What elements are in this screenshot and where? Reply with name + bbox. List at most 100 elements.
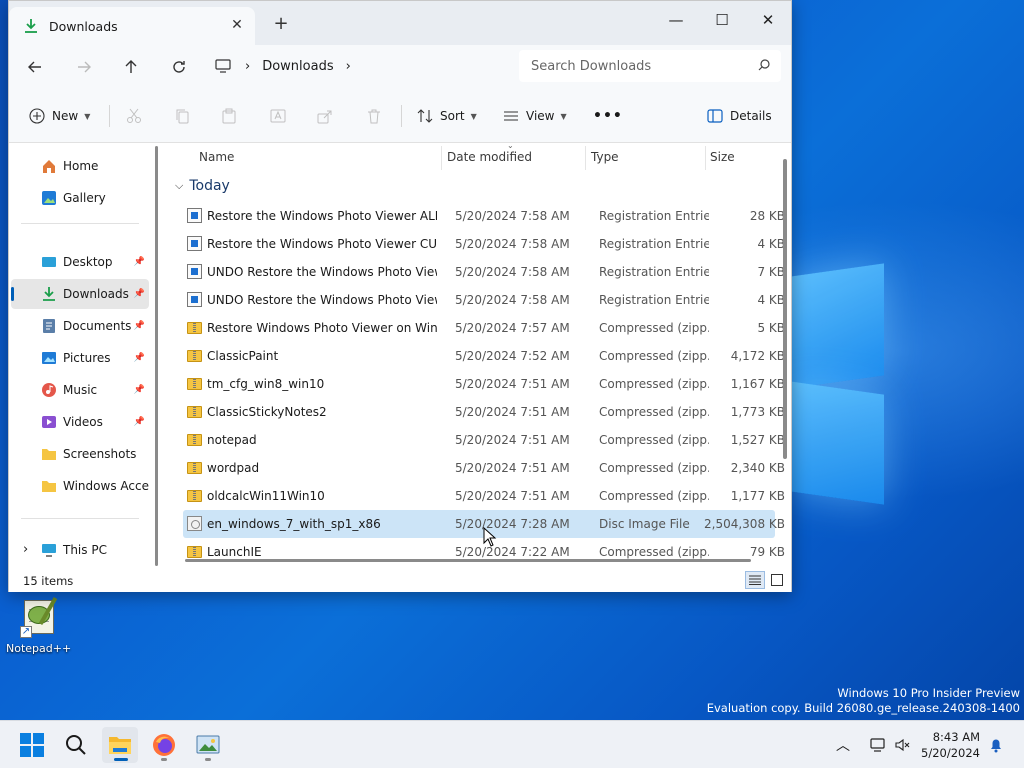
sidebar-item-label: Music: [63, 383, 98, 397]
start-button[interactable]: [14, 727, 50, 763]
pin-icon[interactable]: 📌: [134, 289, 145, 299]
more-options-button[interactable]: •••: [593, 103, 623, 129]
details-pane-button[interactable]: Details: [707, 103, 772, 129]
sidebar-item-this-pc[interactable]: › This PC: [11, 535, 149, 565]
search-input[interactable]: Search Downloads: [519, 50, 781, 82]
tab-close-icon[interactable]: ✕: [229, 17, 245, 33]
taskbar-photo-viewer[interactable]: [190, 727, 226, 763]
view-button[interactable]: View ▼: [503, 103, 567, 129]
maximize-button[interactable]: ☐: [699, 5, 745, 35]
file-name: ClassicPaint: [207, 349, 279, 363]
column-header-name[interactable]: Name: [199, 144, 234, 170]
desktop-icon-notepadpp[interactable]: ↗ Notepad++: [6, 596, 71, 655]
cut-button[interactable]: [126, 103, 142, 129]
title-bar[interactable]: Downloads ✕ + — ☐ ✕: [9, 1, 791, 45]
evaluation-watermark: Windows 10 Pro Insider Preview Evaluatio…: [706, 686, 1020, 715]
sidebar-item-screenshots[interactable]: Screenshots: [11, 439, 149, 469]
file-date: 5/20/2024 7:51 AM: [455, 433, 570, 447]
tab-downloads[interactable]: Downloads ✕: [9, 7, 255, 45]
taskbar-search-button[interactable]: [58, 727, 94, 763]
close-button[interactable]: ✕: [745, 5, 791, 35]
delete-button[interactable]: [366, 103, 382, 129]
table-row[interactable]: oldcalcWin11Win10 5/20/2024 7:51 AM Compre…: [183, 482, 785, 510]
tray-overflow-chevron-icon[interactable]: ︿: [836, 735, 850, 755]
refresh-button[interactable]: [165, 53, 193, 81]
sidebar-item-label: Downloads: [63, 287, 129, 301]
taskbar-file-explorer[interactable]: [102, 727, 138, 763]
content-vertical-scrollbar[interactable]: [783, 159, 787, 459]
sidebar-item-videos[interactable]: Videos 📌: [11, 407, 149, 437]
column-divider[interactable]: [705, 146, 706, 170]
sort-button[interactable]: Sort ▼: [417, 103, 477, 129]
table-row[interactable]: UNDO Restore the Windows Photo Viewe... 5…: [183, 258, 785, 286]
column-header-size[interactable]: Size: [710, 144, 735, 170]
item-count: 15 items: [23, 574, 74, 588]
pin-icon[interactable]: 📌: [134, 417, 145, 427]
table-row[interactable]: UNDO Restore the Windows Photo Viewe... 5…: [183, 286, 785, 314]
sidebar-item-home[interactable]: Home: [11, 151, 149, 181]
mouse-cursor-icon: [483, 527, 497, 547]
chevron-right-icon[interactable]: ›: [23, 542, 28, 557]
table-row[interactable]: wordpad 5/20/2024 7:51 AM Compressed (zipp…: [183, 454, 785, 482]
new-button[interactable]: New ▼: [29, 103, 90, 129]
sidebar-item-music[interactable]: Music 📌: [11, 375, 149, 405]
pin-icon[interactable]: 📌: [134, 385, 145, 395]
volume-muted-icon[interactable]: [894, 737, 910, 753]
group-header-today[interactable]: ⌵ Today: [175, 178, 230, 194]
sidebar-scrollbar[interactable]: [155, 146, 158, 566]
new-tab-button[interactable]: +: [271, 15, 291, 35]
pin-icon[interactable]: 📌: [134, 257, 145, 267]
pin-icon[interactable]: 📌: [134, 353, 145, 363]
table-row[interactable]: en_windows_7_with_sp1_x86 5/20/2024 7:28 …: [183, 510, 785, 538]
column-divider[interactable]: [585, 146, 586, 170]
table-row[interactable]: tm_cfg_win8_win10 5/20/2024 7:51 AM Compre…: [183, 370, 785, 398]
table-row[interactable]: Restore the Windows Photo Viewer CURR...…: [183, 230, 785, 258]
content-horizontal-scrollbar[interactable]: [185, 559, 751, 562]
status-bar: 15 items: [9, 568, 791, 592]
breadcrumb-downloads[interactable]: Downloads: [262, 59, 333, 74]
file-size: 2,340 KB: [730, 461, 785, 475]
up-button[interactable]: [117, 53, 145, 81]
chevron-right-icon[interactable]: ›: [346, 59, 351, 74]
copy-button[interactable]: [174, 103, 190, 129]
table-row[interactable]: ClassicStickyNotes2 5/20/2024 7:51 AM Comp…: [183, 398, 785, 426]
column-header-date[interactable]: Date modified: [447, 144, 532, 170]
back-button[interactable]: [21, 53, 49, 81]
forward-button[interactable]: [70, 53, 98, 81]
address-bar[interactable]: › Downloads ›: [215, 50, 511, 82]
column-header-type[interactable]: Type: [591, 144, 619, 170]
sort-label: Sort: [440, 109, 465, 123]
paste-button[interactable]: [221, 103, 237, 129]
sidebar-item-gallery[interactable]: Gallery: [11, 183, 149, 213]
chevron-right-icon[interactable]: ›: [245, 59, 250, 74]
sidebar-item-downloads[interactable]: Downloads 📌: [11, 279, 149, 309]
firefox-icon: [153, 734, 175, 756]
sidebar-item-documents[interactable]: Documents 📌: [11, 311, 149, 341]
tiles-view-button[interactable]: [767, 571, 787, 589]
photo-viewer-icon: [196, 735, 220, 754]
minimize-button[interactable]: —: [653, 5, 699, 35]
table-row[interactable]: ClassicPaint 5/20/2024 7:52 AM Compressed …: [183, 342, 785, 370]
column-divider[interactable]: [441, 146, 442, 170]
rename-button[interactable]: [270, 103, 286, 129]
taskbar-firefox[interactable]: [146, 727, 182, 763]
sidebar-item-desktop[interactable]: Desktop 📌: [11, 247, 149, 277]
table-row[interactable]: Restore Windows Photo Viewer on Wind... 5…: [183, 314, 785, 342]
active-indicator: [114, 758, 128, 761]
table-row[interactable]: notepad 5/20/2024 7:51 AM Compressed (zipp…: [183, 426, 785, 454]
sidebar-item-windows-accessories[interactable]: Windows Acces: [11, 471, 149, 501]
file-name: wordpad: [207, 461, 260, 475]
table-row[interactable]: Restore the Windows Photo Viewer ALL ...…: [183, 202, 785, 230]
sidebar-item-label: This PC: [63, 543, 107, 557]
zip-folder-icon: [187, 350, 202, 362]
taskbar-clock[interactable]: 8:43 AM 5/20/2024: [921, 729, 980, 761]
registry-file-icon: [187, 208, 202, 223]
pin-icon[interactable]: 📌: [134, 321, 145, 331]
file-name: UNDO Restore the Windows Photo Viewe...: [207, 293, 437, 307]
share-button[interactable]: [317, 103, 333, 129]
details-view-button[interactable]: [745, 571, 765, 589]
sidebar-item-pictures[interactable]: Pictures 📌: [11, 343, 149, 373]
search-icon: [66, 735, 86, 755]
network-icon[interactable]: [870, 737, 888, 753]
notifications-button[interactable]: [982, 727, 1010, 763]
